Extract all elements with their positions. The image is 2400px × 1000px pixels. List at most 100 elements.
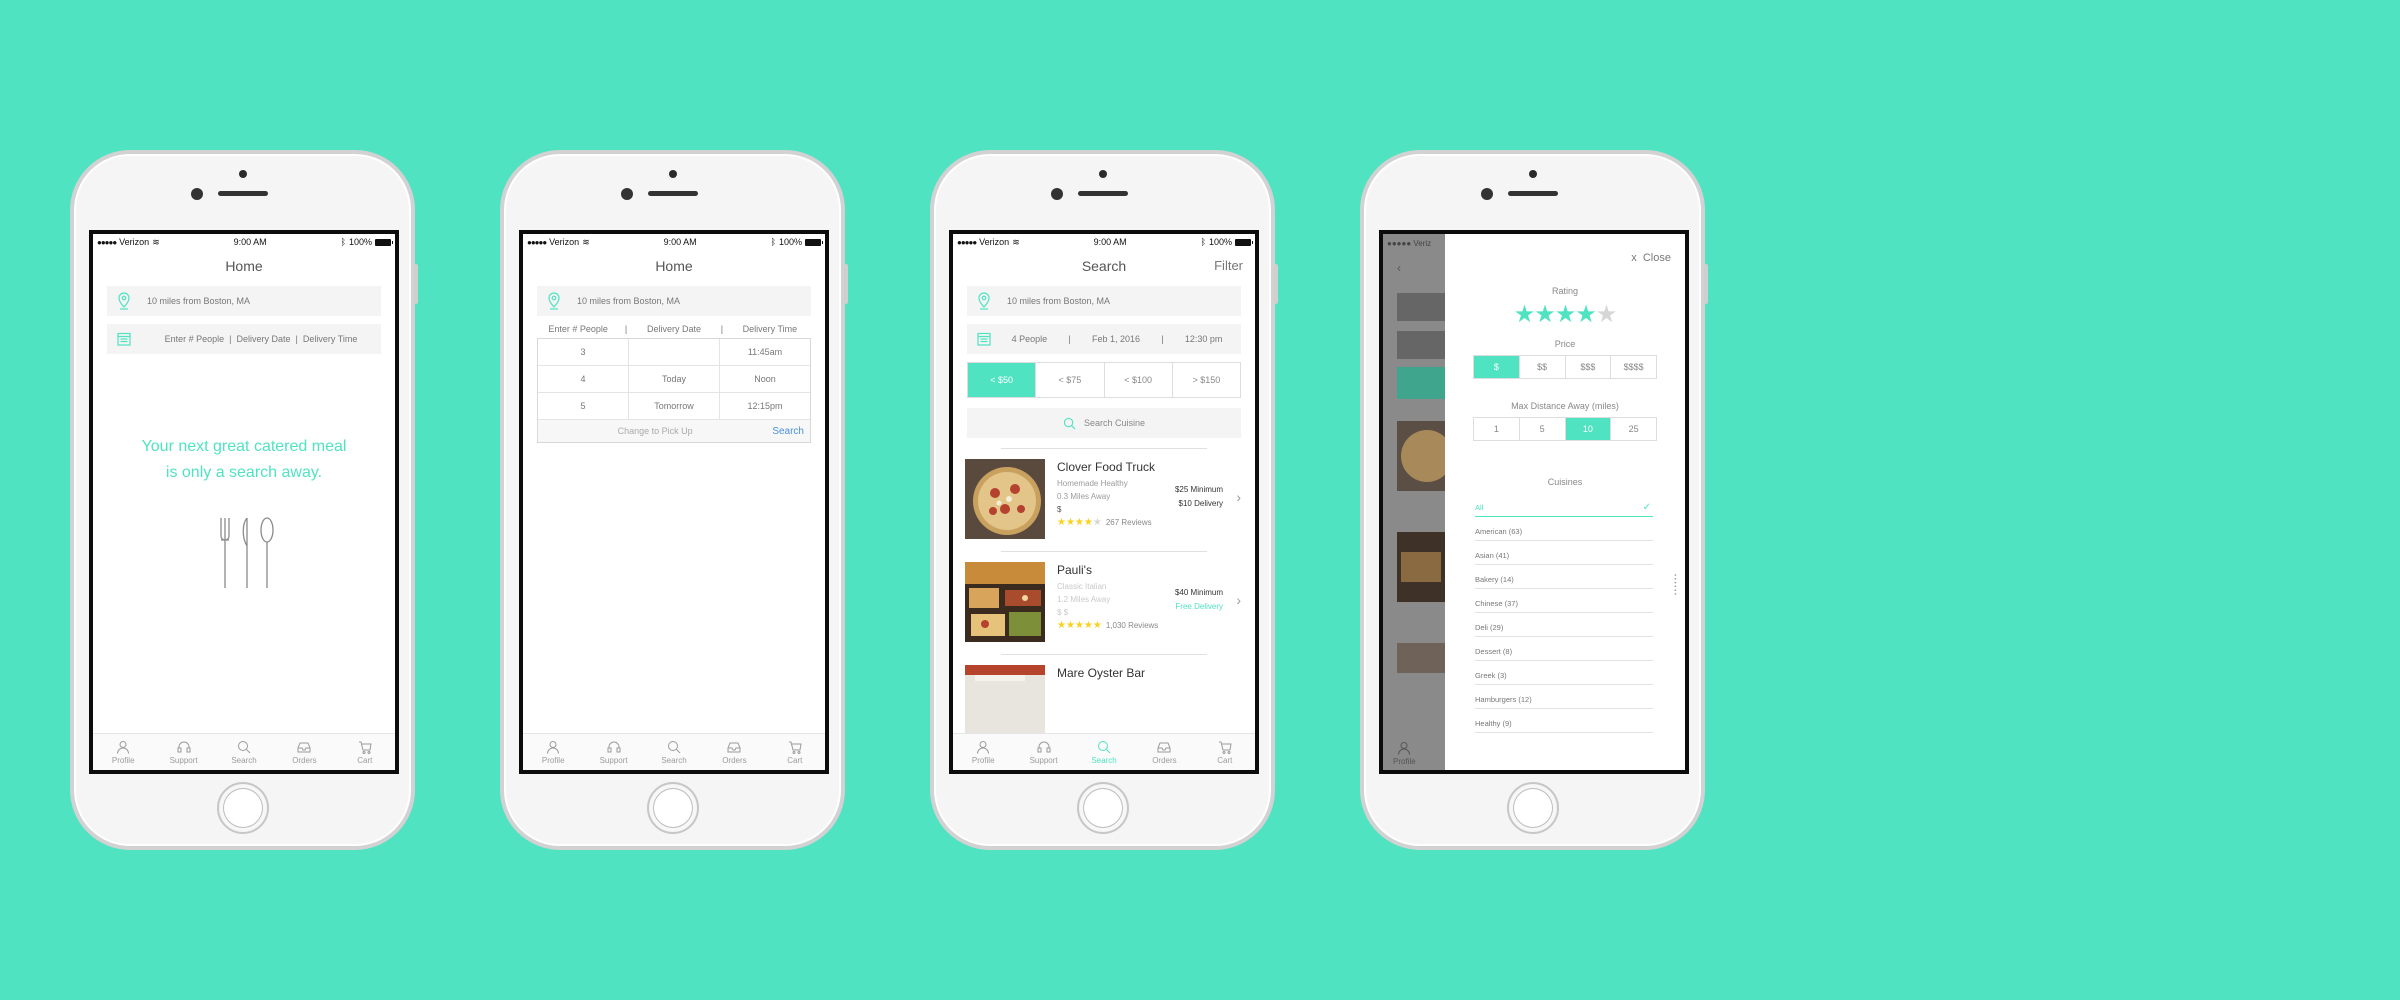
cuisine-item[interactable]: Asian (41) [1475, 541, 1653, 565]
front-camera [621, 188, 633, 200]
date-option[interactable]: Today [628, 366, 720, 392]
distance-option-10[interactable]: 10 [1564, 418, 1611, 440]
scroll-index-indicator[interactable]: • • • • • • [1671, 574, 1677, 595]
cuisine-item[interactable]: Deli (29) [1475, 613, 1653, 637]
price-tab-fragment [1397, 367, 1445, 399]
earpiece-speaker [1507, 191, 1558, 196]
location-text: 10 miles from Boston, MA [147, 296, 251, 306]
tab-cart[interactable]: Cart [1195, 734, 1255, 770]
distance-option-1[interactable]: 1 [1474, 418, 1519, 440]
tab-search[interactable]: Search [1074, 734, 1134, 770]
dimmed-background[interactable]: ●●●●● Veriz ‹ Profile [1383, 234, 1453, 770]
cuisine-item[interactable]: Healthy (9) [1475, 709, 1653, 733]
price-option-4[interactable]: $$$$ [1610, 356, 1656, 378]
time-option[interactable]: 12:15pm [720, 393, 810, 419]
cuisine-item[interactable]: Greek (3) [1475, 661, 1653, 685]
price-tab-over-150[interactable]: > $150 [1171, 363, 1240, 397]
pizza-photo-fragment [1397, 421, 1453, 491]
order-details-field[interactable]: 4 People | Feb 1, 2016 | 12:30 pm [967, 324, 1241, 354]
tab-cart[interactable]: Cart [335, 734, 395, 770]
date-option[interactable]: Tomorrow [628, 393, 720, 419]
picker-row[interactable]: 4 Today Noon [538, 366, 810, 393]
hero-line-1: Your next great catered meal [141, 438, 347, 455]
tab-support[interactable]: Support [153, 734, 213, 770]
filter-button[interactable]: Filter [1214, 250, 1243, 282]
tray-icon [727, 742, 741, 752]
rating-selector[interactable]: ★★★★★ [1445, 300, 1685, 329]
search-icon [1098, 740, 1111, 753]
tab-profile[interactable]: Profile [523, 734, 583, 770]
close-button[interactable]: x Close [1631, 252, 1671, 264]
cuisine-item[interactable]: Chinese (37) [1475, 589, 1653, 613]
cuisine-item[interactable]: Bakery (14) [1475, 565, 1653, 589]
price-option-3[interactable]: $$$ [1564, 356, 1611, 378]
people-option[interactable]: 3 [538, 339, 628, 365]
tab-profile[interactable]: Profile [93, 734, 153, 770]
distance-option-5[interactable]: 5 [1518, 418, 1565, 440]
nav-bar: Home [93, 250, 395, 282]
status-bar: ●●●●● Verizon ≋ 9:00 AM ᛒ 100% [523, 234, 825, 250]
tab-orders[interactable]: Orders [1134, 734, 1194, 770]
search-button[interactable]: Search [772, 426, 810, 437]
price-option-2[interactable]: $$ [1518, 356, 1565, 378]
time-value: 12:30 pm [1184, 334, 1223, 344]
price-tab-under-50[interactable]: < $50 [968, 363, 1036, 397]
delivery-picker[interactable]: 3 11:45am 4 Today Noon 5 Tomorrow 12:15pm Cha… [537, 338, 811, 443]
price-option-1[interactable]: $ [1474, 356, 1519, 378]
tab-label: Orders [722, 755, 747, 765]
search-icon [1063, 417, 1076, 429]
tab-bar: Profile Support Search Orders Cart [93, 733, 395, 770]
signal-icon: ●●●●● [97, 237, 117, 247]
tab-orders[interactable]: Orders [274, 734, 334, 770]
calendar-icon [107, 332, 141, 346]
rating-label: Rating [1551, 286, 1578, 296]
order-details-field[interactable]: Enter # People | Delivery Date | Deliver… [107, 324, 381, 354]
people-value: 4 People [1011, 334, 1048, 344]
time-option[interactable]: 11:45am [720, 339, 810, 365]
separator: | [1161, 334, 1164, 344]
picker-row[interactable]: 3 11:45am [538, 339, 810, 366]
people-header: Enter # People [548, 324, 608, 334]
change-to-pickup-link[interactable]: Change to Pick Up [538, 426, 772, 436]
people-option[interactable]: 4 [538, 366, 628, 392]
date-option[interactable] [628, 339, 720, 365]
home-button [1506, 782, 1559, 834]
restaurant-rating: ★★★★★ 1,030 Reviews [1057, 619, 1245, 632]
side-button [844, 264, 848, 304]
restaurant-card[interactable]: Pauli's Classic Italian 1.2 Miles Away $… [965, 562, 1245, 644]
filter-panel: x Close Rating ★★★★★ Price $ $$ $$$ $$$$… [1445, 234, 1685, 770]
carrier-label: Verizon [119, 237, 150, 247]
tab-orders[interactable]: Orders [704, 734, 764, 770]
home-screen: ●●●●● Verizon ≋ 9:00 AM ᛒ 100% Home 10 mile… [93, 234, 395, 770]
location-field[interactable]: 10 miles from Boston, MA [107, 286, 381, 316]
tab-label: Support [599, 755, 628, 765]
tab-search[interactable]: Search [644, 734, 704, 770]
price-tab-under-75[interactable]: < $75 [1035, 363, 1103, 397]
time-option[interactable]: Noon [720, 366, 810, 392]
time-header: Delivery Time [742, 324, 798, 334]
restaurant-card[interactable]: Clover Food Truck Homemade Healthy 0.3 M… [965, 459, 1245, 541]
picker-row[interactable]: 5 Tomorrow 12:15pm [538, 393, 810, 420]
location-pin-icon [967, 292, 1001, 310]
cuisine-label: Chinese (37) [1475, 599, 1518, 608]
location-field[interactable]: 10 miles from Boston, MA [537, 286, 811, 316]
headset-icon [177, 741, 191, 752]
distance-option-25[interactable]: 25 [1610, 418, 1656, 440]
cuisine-item[interactable]: All ✓ [1475, 493, 1653, 517]
chevron-right-icon: › [1236, 489, 1241, 505]
cuisine-item[interactable]: American (63) [1475, 517, 1653, 541]
battery-icon [1235, 238, 1253, 246]
tab-support[interactable]: Support [1013, 734, 1073, 770]
price-tab-under-100[interactable]: < $100 [1103, 363, 1172, 397]
search-cuisine-input[interactable]: Search Cuisine [967, 408, 1241, 438]
tab-profile[interactable]: Profile [953, 734, 1013, 770]
cuisine-item[interactable]: Dessert (8) [1475, 637, 1653, 661]
cuisine-item[interactable]: Hamburgers (12) [1475, 685, 1653, 709]
tab-search[interactable]: Search [214, 734, 274, 770]
hero-line-2: is only a search away. [165, 464, 323, 481]
front-camera [1051, 188, 1063, 200]
tab-cart[interactable]: Cart [765, 734, 825, 770]
people-option[interactable]: 5 [538, 393, 628, 419]
tab-support[interactable]: Support [583, 734, 643, 770]
location-field[interactable]: 10 miles from Boston, MA [967, 286, 1241, 316]
